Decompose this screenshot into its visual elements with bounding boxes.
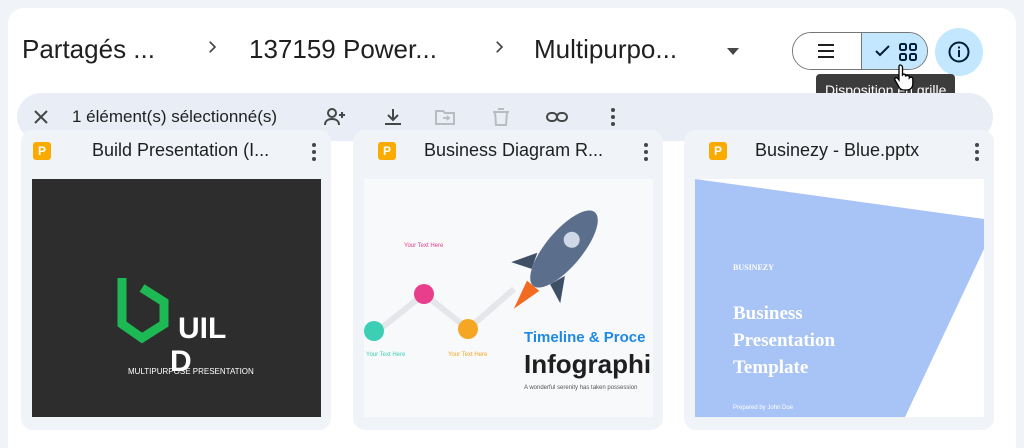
link-icon[interactable] [545, 105, 569, 129]
chevron-right-icon [209, 41, 217, 53]
file-card[interactable]: P Businezy - Blue.pptx BUSINEZY Business… [684, 130, 994, 430]
share-icon[interactable] [323, 105, 347, 129]
breadcrumb-item-folder[interactable]: 137159 Power... [249, 34, 437, 65]
details-button[interactable] [935, 28, 983, 76]
file-name: Business Diagram R... [424, 140, 604, 160]
list-view-button[interactable] [793, 33, 861, 69]
thumb-subtitle: MULTIPURPOSE PRESENTATION [128, 367, 254, 376]
download-icon[interactable] [381, 105, 405, 129]
thumb-snippet: A wonderful serenity has taken possessio… [524, 385, 638, 391]
chevron-right-icon [496, 41, 504, 53]
thumb-title: Presentation [733, 330, 836, 351]
blue-shape-illustration [695, 179, 984, 417]
breadcrumb-item-shared[interactable]: Partagés ... [22, 34, 155, 65]
close-icon[interactable] [29, 105, 53, 129]
thumb-label: Your Text Here [404, 243, 444, 249]
file-thumbnail: Your Text Here Your Text Here Your Text … [364, 179, 653, 417]
file-name: Businezy - Blue.pptx [755, 140, 920, 160]
file-title-row: P Businezy - Blue.pptx [684, 130, 994, 174]
infographic-illustration [364, 210, 598, 341]
check-icon [875, 45, 890, 57]
file-title-row: P Business Diagram R... [353, 130, 663, 174]
file-name: Build Presentation (I... [92, 140, 270, 160]
file-title-row: P Build Presentation (I... [21, 130, 331, 174]
slides-file-icon: P [709, 142, 727, 160]
thumb-brand: BUSINEZY [733, 263, 774, 272]
more-vert-icon[interactable] [974, 142, 980, 162]
hand-cursor-icon [894, 64, 914, 91]
thumb-heading: Timeline & Proce [524, 329, 646, 346]
file-card[interactable]: P Build Presentation (I... UIL D MULTIPU… [21, 130, 331, 430]
more-vert-icon[interactable] [311, 142, 317, 162]
file-card[interactable]: P Business Diagram R... Your Text Here Y… [353, 130, 663, 430]
dropdown-caret-icon[interactable] [727, 48, 739, 55]
thumb-title: Business [733, 303, 803, 324]
build-logo-icon [117, 278, 169, 344]
thumb-logo-text: UIL [178, 312, 227, 345]
slides-file-icon: P [378, 142, 396, 160]
thumb-label: Your Text Here [366, 352, 406, 358]
more-vert-icon[interactable] [601, 105, 625, 129]
file-thumbnail: UIL D MULTIPURPOSE PRESENTATION [32, 179, 321, 417]
grid-icon [899, 43, 917, 61]
slides-file-icon: P [33, 142, 51, 160]
info-icon [948, 41, 970, 63]
thumb-label: Your Text Here [448, 352, 488, 358]
breadcrumb-item-current[interactable]: Multipurpo... [534, 34, 677, 65]
list-icon [818, 44, 834, 58]
trash-icon[interactable] [489, 105, 513, 129]
thumb-big-text: Infographi [524, 349, 652, 379]
selection-count: 1 élément(s) sélectionné(s) [72, 107, 278, 126]
file-thumbnail: BUSINEZY Business Presentation Template … [695, 179, 984, 417]
thumb-title: Template [733, 357, 809, 378]
move-icon[interactable] [433, 105, 457, 129]
more-vert-icon[interactable] [643, 142, 649, 162]
thumb-footer: Prepared by John Doe [733, 405, 794, 411]
